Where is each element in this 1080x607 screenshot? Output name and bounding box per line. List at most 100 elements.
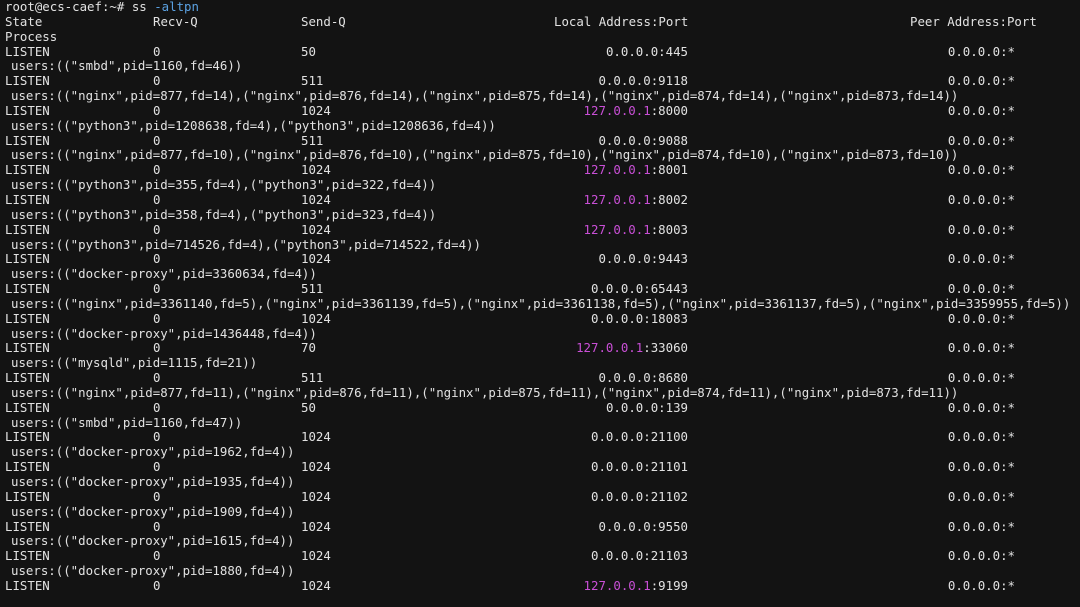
local-port: :8001: [650, 162, 688, 178]
send-q-cell: 511: [301, 73, 324, 89]
peer-address-cell: 0.0.0.0:*: [947, 191, 1015, 207]
recv-q-cell: 0: [153, 43, 161, 59]
socket-list: LISTEN 0 50 0.0.0.0:445 0.0.0.0:* users:(("sm…: [5, 43, 1080, 594]
process-users-row: users:(("nginx",pid=877,fd=11),("nginx",…: [11, 384, 959, 400]
recv-q-cell: 0: [153, 518, 161, 534]
socket-row: LISTEN 0 1024 0.0.0.0:21103 0.0.0.0:*: [5, 548, 1080, 564]
send-q-cell: 1024: [301, 459, 331, 475]
command-flags: -altpn: [154, 0, 199, 14]
state-cell: LISTEN: [5, 191, 50, 207]
process-users-row: users:(("smbd",pid=1160,fd=46)): [11, 58, 243, 74]
header-recv-q: Recv-Q: [153, 13, 198, 29]
recv-q-cell: 0: [153, 281, 161, 297]
socket-row: LISTEN 0 1024 0.0.0.0:18083 0.0.0.0:*: [5, 310, 1080, 327]
state-cell: LISTEN: [5, 429, 50, 445]
peer-address-cell: 0.0.0.0:*: [947, 102, 1015, 118]
local-port: :21103: [643, 548, 688, 564]
local-address-cell: 127.0.0.1:8001: [584, 162, 688, 178]
local-port: :21102: [643, 488, 688, 504]
recv-q-cell: 0: [153, 577, 161, 593]
socket-row: LISTEN 0 1024 0.0.0.0:21101 0.0.0.0:*: [5, 459, 1080, 475]
local-address-cell: 0.0.0.0:9118: [598, 73, 688, 89]
local-ip: 127.0.0.1: [583, 577, 651, 593]
local-port: :33060: [643, 340, 688, 356]
process-users-row: users:(("nginx",pid=877,fd=10),("nginx",…: [11, 147, 959, 163]
recv-q-cell: 0: [153, 399, 161, 415]
local-port: :445: [658, 43, 688, 59]
socket-row: LISTEN 0 1024 127.0.0.1:9199 0.0.0.0:*: [5, 577, 1080, 594]
send-q-cell: 1024: [301, 102, 331, 118]
send-q-cell: 1024: [301, 429, 331, 445]
local-ip: 0.0.0.0: [598, 370, 651, 386]
local-ip: 0.0.0.0: [598, 73, 651, 89]
process-users-row: users:(("nginx",pid=877,fd=14),("nginx",…: [11, 88, 959, 104]
state-cell: LISTEN: [5, 518, 50, 534]
peer-address-cell: 0.0.0.0:*: [947, 281, 1015, 297]
local-port: :9443: [650, 251, 688, 267]
local-address-cell: 0.0.0.0:9550: [598, 518, 688, 535]
peer-address-cell: 0.0.0.0:*: [947, 251, 1015, 267]
send-q-cell: 1024: [301, 251, 331, 267]
recv-q-cell: 0: [153, 191, 161, 207]
local-ip: 0.0.0.0: [598, 518, 651, 534]
recv-q-cell: 0: [153, 488, 161, 504]
send-q-cell: 511: [301, 281, 324, 297]
local-address-cell: 0.0.0.0:21101: [591, 459, 688, 475]
send-q-cell: 1024: [301, 162, 331, 178]
process-users-row: users:(("docker-proxy",pid=1909,fd=4)): [11, 503, 295, 519]
table-header: State Recv-Q Send-Q Local Address:Port P…: [5, 13, 1080, 30]
local-port: :65443: [643, 281, 688, 297]
recv-q-cell: 0: [153, 429, 161, 445]
process-users-row: users:(("python3",pid=358,fd=4),("python…: [11, 206, 437, 222]
local-port: :139: [658, 399, 688, 415]
local-port: :8002: [650, 191, 688, 207]
local-port: :18083: [643, 310, 688, 326]
header-send-q: Send-Q: [301, 13, 346, 29]
local-port: :9088: [650, 132, 688, 148]
local-ip: 127.0.0.1: [583, 191, 651, 207]
local-ip: 0.0.0.0: [591, 548, 644, 564]
peer-address-cell: 0.0.0.0:*: [947, 162, 1015, 178]
peer-address-cell: 0.0.0.0:*: [947, 340, 1015, 356]
state-cell: LISTEN: [5, 73, 50, 89]
shell-prompt: root@ecs-caef:~#: [5, 0, 125, 14]
local-address-cell: 0.0.0.0:139: [606, 399, 688, 416]
local-port: :8003: [650, 221, 688, 237]
send-q-cell: 1024: [301, 191, 331, 207]
recv-q-cell: 0: [153, 459, 161, 475]
process-users-row: users:(("nginx",pid=3361140,fd=5),("ngin…: [11, 295, 1071, 311]
local-ip: 0.0.0.0: [598, 251, 651, 267]
recv-q-cell: 0: [153, 132, 161, 148]
send-q-cell: 1024: [301, 548, 331, 564]
prompt-line: root@ecs-caef:~# ss -altpn: [5, 0, 1080, 15]
send-q-cell: 1024: [301, 221, 331, 237]
peer-address-cell: 0.0.0.0:*: [947, 429, 1015, 445]
local-port: :21101: [643, 459, 688, 475]
local-port: :9118: [650, 73, 688, 89]
header-local-address: Local Address:Port: [554, 13, 689, 29]
process-users-row: users:(("docker-proxy",pid=1935,fd=4)): [11, 474, 295, 489]
process-users-row: users:(("python3",pid=714526,fd=4),("pyt…: [11, 236, 481, 252]
local-port: :9199: [650, 577, 688, 593]
local-ip: 0.0.0.0: [591, 429, 644, 445]
process-users-row: users:(("python3",pid=1208638,fd=4),("py…: [11, 117, 496, 133]
local-ip: 127.0.0.1: [576, 340, 644, 356]
peer-address-cell: 0.0.0.0:*: [947, 310, 1015, 326]
send-q-cell: 1024: [301, 518, 331, 534]
local-address-cell: 127.0.0.1:33060: [576, 340, 688, 356]
socket-row: LISTEN 0 511 0.0.0.0:65443 0.0.0.0:*: [5, 281, 1080, 297]
local-address-cell: 0.0.0.0:18083: [591, 310, 688, 327]
state-cell: LISTEN: [5, 548, 50, 564]
state-cell: LISTEN: [5, 310, 50, 326]
state-cell: LISTEN: [5, 459, 50, 475]
send-q-cell: 511: [301, 132, 324, 148]
terminal-window[interactable]: root@ecs-caef:~# ss -altpn State Recv-Q …: [0, 0, 1080, 607]
local-port: :9550: [650, 518, 688, 534]
local-ip: 127.0.0.1: [583, 221, 651, 237]
state-cell: LISTEN: [5, 281, 50, 297]
socket-row: LISTEN 0 50 0.0.0.0:139 0.0.0.0:*: [5, 399, 1080, 416]
header-peer-address: Peer Address:Port: [910, 13, 1037, 29]
state-cell: LISTEN: [5, 221, 50, 237]
state-cell: LISTEN: [5, 370, 50, 386]
recv-q-cell: 0: [153, 548, 161, 564]
